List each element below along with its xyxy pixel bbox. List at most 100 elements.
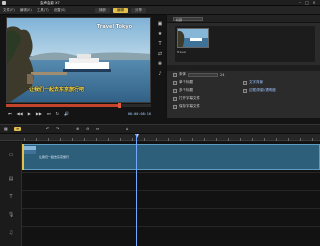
ruler-tick bbox=[216, 138, 217, 141]
open-subtitle-icon[interactable] bbox=[173, 96, 177, 101]
save-subtitle-row: 保存字幕文件 bbox=[173, 104, 200, 109]
home-icon[interactable]: ⌂ bbox=[126, 127, 129, 131]
overlay-subtitle-text[interactable]: 让我们一起去东京旅行吧 bbox=[29, 86, 133, 93]
filter-icon[interactable]: ❋ bbox=[157, 61, 163, 67]
ruler-tick bbox=[276, 138, 277, 141]
ruler-tick bbox=[108, 138, 109, 141]
volume-icon[interactable]: 🔊 bbox=[64, 112, 69, 116]
zoom-in-icon[interactable]: ⊕ bbox=[76, 127, 79, 131]
timeline-tracks: ▭ ▤ T 🎙 ♫ 让我们一起去东京旅行 bbox=[0, 142, 320, 246]
open-subtitle-label[interactable]: 打开字幕文件 bbox=[179, 96, 200, 101]
border-shadow-row: 边框/阴影/透明度 bbox=[243, 88, 276, 93]
track-divider bbox=[22, 226, 320, 227]
library-grid: Travel bbox=[175, 26, 315, 62]
library-thumbnail[interactable] bbox=[177, 28, 209, 48]
library-header: 标题 bbox=[167, 15, 320, 23]
font-select[interactable] bbox=[188, 72, 218, 77]
ruler-tick bbox=[84, 138, 85, 141]
timeline-view-icon[interactable]: ≡ bbox=[14, 127, 22, 131]
title-icon[interactable]: T bbox=[157, 41, 163, 47]
end-icon[interactable]: ⏭ bbox=[47, 112, 51, 116]
timeline-ruler[interactable] bbox=[0, 134, 320, 141]
scrubber-progress bbox=[6, 104, 120, 107]
font-row: 宋体 24 bbox=[173, 72, 224, 77]
multi-title-row: 多个标题 bbox=[173, 88, 193, 93]
tab-share[interactable]: 分享 bbox=[131, 8, 146, 13]
scrubber-handle[interactable] bbox=[118, 103, 122, 108]
font-size-label[interactable]: 24 bbox=[220, 73, 224, 77]
timeline-clip[interactable]: 让我们一起去东京旅行 bbox=[22, 144, 320, 170]
clip-trim-handle[interactable] bbox=[22, 144, 24, 170]
overlay-title-text[interactable]: Travel Tokyo bbox=[97, 24, 132, 30]
menu-edit[interactable]: 编辑(E) bbox=[20, 8, 32, 13]
instant-project-icon[interactable]: ★ bbox=[157, 31, 163, 37]
next-frame-icon[interactable]: ▶▶ bbox=[36, 112, 42, 116]
transition-icon[interactable]: ⇄ bbox=[157, 51, 163, 57]
undo-icon[interactable]: ↶ bbox=[46, 127, 49, 131]
close-icon[interactable]: × bbox=[312, 1, 316, 5]
ruler-tick bbox=[72, 138, 73, 141]
save-subtitle-label[interactable]: 保存字幕文件 bbox=[179, 104, 200, 109]
maximize-icon[interactable]: □ bbox=[305, 1, 309, 5]
timecode[interactable]: 00:00:08:10 bbox=[128, 112, 151, 116]
play-icon[interactable]: ▶ bbox=[28, 112, 31, 116]
window-title: 会声会影 X7 bbox=[40, 0, 60, 5]
fit-project-icon[interactable]: ⇔ bbox=[96, 127, 99, 131]
ruler-tick bbox=[288, 138, 289, 141]
border-shadow-link[interactable]: 边框/阴影/透明度 bbox=[249, 88, 276, 93]
multi-title-label: 多个标题 bbox=[179, 88, 193, 92]
menu-settings[interactable]: 设置(S) bbox=[54, 8, 66, 13]
single-title-row: 单个标题 bbox=[173, 80, 193, 85]
single-title-label: 单个标题 bbox=[179, 80, 193, 84]
storyboard-view-icon[interactable]: ▦ bbox=[4, 127, 8, 131]
media-icon[interactable]: ▣ bbox=[157, 21, 163, 27]
text-bg-row: 文字背景 bbox=[243, 80, 263, 85]
preview-scrubber[interactable] bbox=[6, 103, 151, 108]
zoom-out-icon[interactable]: ⊖ bbox=[86, 127, 89, 131]
redo-icon[interactable]: ↷ bbox=[56, 127, 59, 131]
track-headers: ▭ ▤ T 🎙 ♫ bbox=[0, 142, 22, 246]
text-background-link[interactable]: 文字背景 bbox=[249, 80, 263, 85]
menu-file[interactable]: 文件(F) bbox=[3, 8, 15, 13]
ruler-tick bbox=[192, 138, 193, 141]
library-panel: 标题 Travel 宋体 24 单个标题 文字背景 多个标题 边框/阴影/透明度… bbox=[166, 15, 320, 118]
repeat-icon[interactable]: ↻ bbox=[56, 112, 59, 116]
ruler-tick bbox=[312, 138, 313, 141]
open-subtitle-row: 打开字幕文件 bbox=[173, 96, 200, 101]
ruler-tick bbox=[168, 138, 169, 141]
ruler-tick bbox=[48, 138, 49, 141]
ruler-tick bbox=[120, 138, 121, 141]
voice-track-icon[interactable]: 🎙 bbox=[8, 212, 14, 218]
library-category-dropdown[interactable]: 标题 bbox=[173, 16, 203, 22]
minimize-icon[interactable]: – bbox=[298, 1, 302, 5]
track-divider bbox=[22, 172, 320, 173]
save-subtitle-icon[interactable] bbox=[173, 104, 177, 109]
ruler-tick bbox=[144, 138, 145, 141]
rewind-icon[interactable]: ⏮ bbox=[8, 112, 12, 116]
single-title-radio[interactable] bbox=[173, 80, 177, 85]
video-track-icon[interactable]: ▭ bbox=[8, 152, 14, 158]
tab-edit[interactable]: 编辑 bbox=[113, 8, 128, 13]
previous-frame-icon[interactable]: ◀◀ bbox=[17, 112, 23, 116]
music-track-icon[interactable]: ♫ bbox=[8, 230, 14, 236]
preview-window[interactable]: Travel Tokyo 让我们一起去东京旅行吧 bbox=[6, 17, 151, 103]
title-options: 宋体 24 单个标题 文字背景 多个标题 边框/阴影/透明度 打开字幕文件 保存… bbox=[173, 72, 317, 118]
thumbnail-image bbox=[178, 29, 208, 47]
title-track-icon[interactable]: T bbox=[8, 194, 14, 200]
overlay-track-icon[interactable]: ▤ bbox=[8, 176, 14, 182]
ruler-tick bbox=[228, 138, 229, 141]
border-shadow-checkbox[interactable] bbox=[243, 88, 247, 93]
clip-label: 让我们一起去东京旅行 bbox=[39, 155, 70, 159]
ruler-tick bbox=[36, 138, 37, 141]
ruler-tick bbox=[300, 138, 301, 141]
ruler-tick bbox=[24, 138, 25, 141]
playhead-line[interactable] bbox=[136, 134, 137, 246]
tab-capture[interactable]: 捕获 bbox=[95, 8, 110, 13]
audio-icon[interactable]: ♪ bbox=[157, 71, 163, 77]
text-background-checkbox[interactable] bbox=[243, 80, 247, 85]
menu-bar: 文件(F) 编辑(E) 工具(T) 设置(S) 捕获 编辑 分享 bbox=[0, 6, 320, 15]
multi-title-radio[interactable] bbox=[173, 88, 177, 93]
font-checkbox[interactable] bbox=[173, 72, 177, 77]
menu-items: 文件(F) 编辑(E) 工具(T) 设置(S) bbox=[3, 8, 66, 13]
menu-tools[interactable]: 工具(T) bbox=[37, 8, 49, 13]
